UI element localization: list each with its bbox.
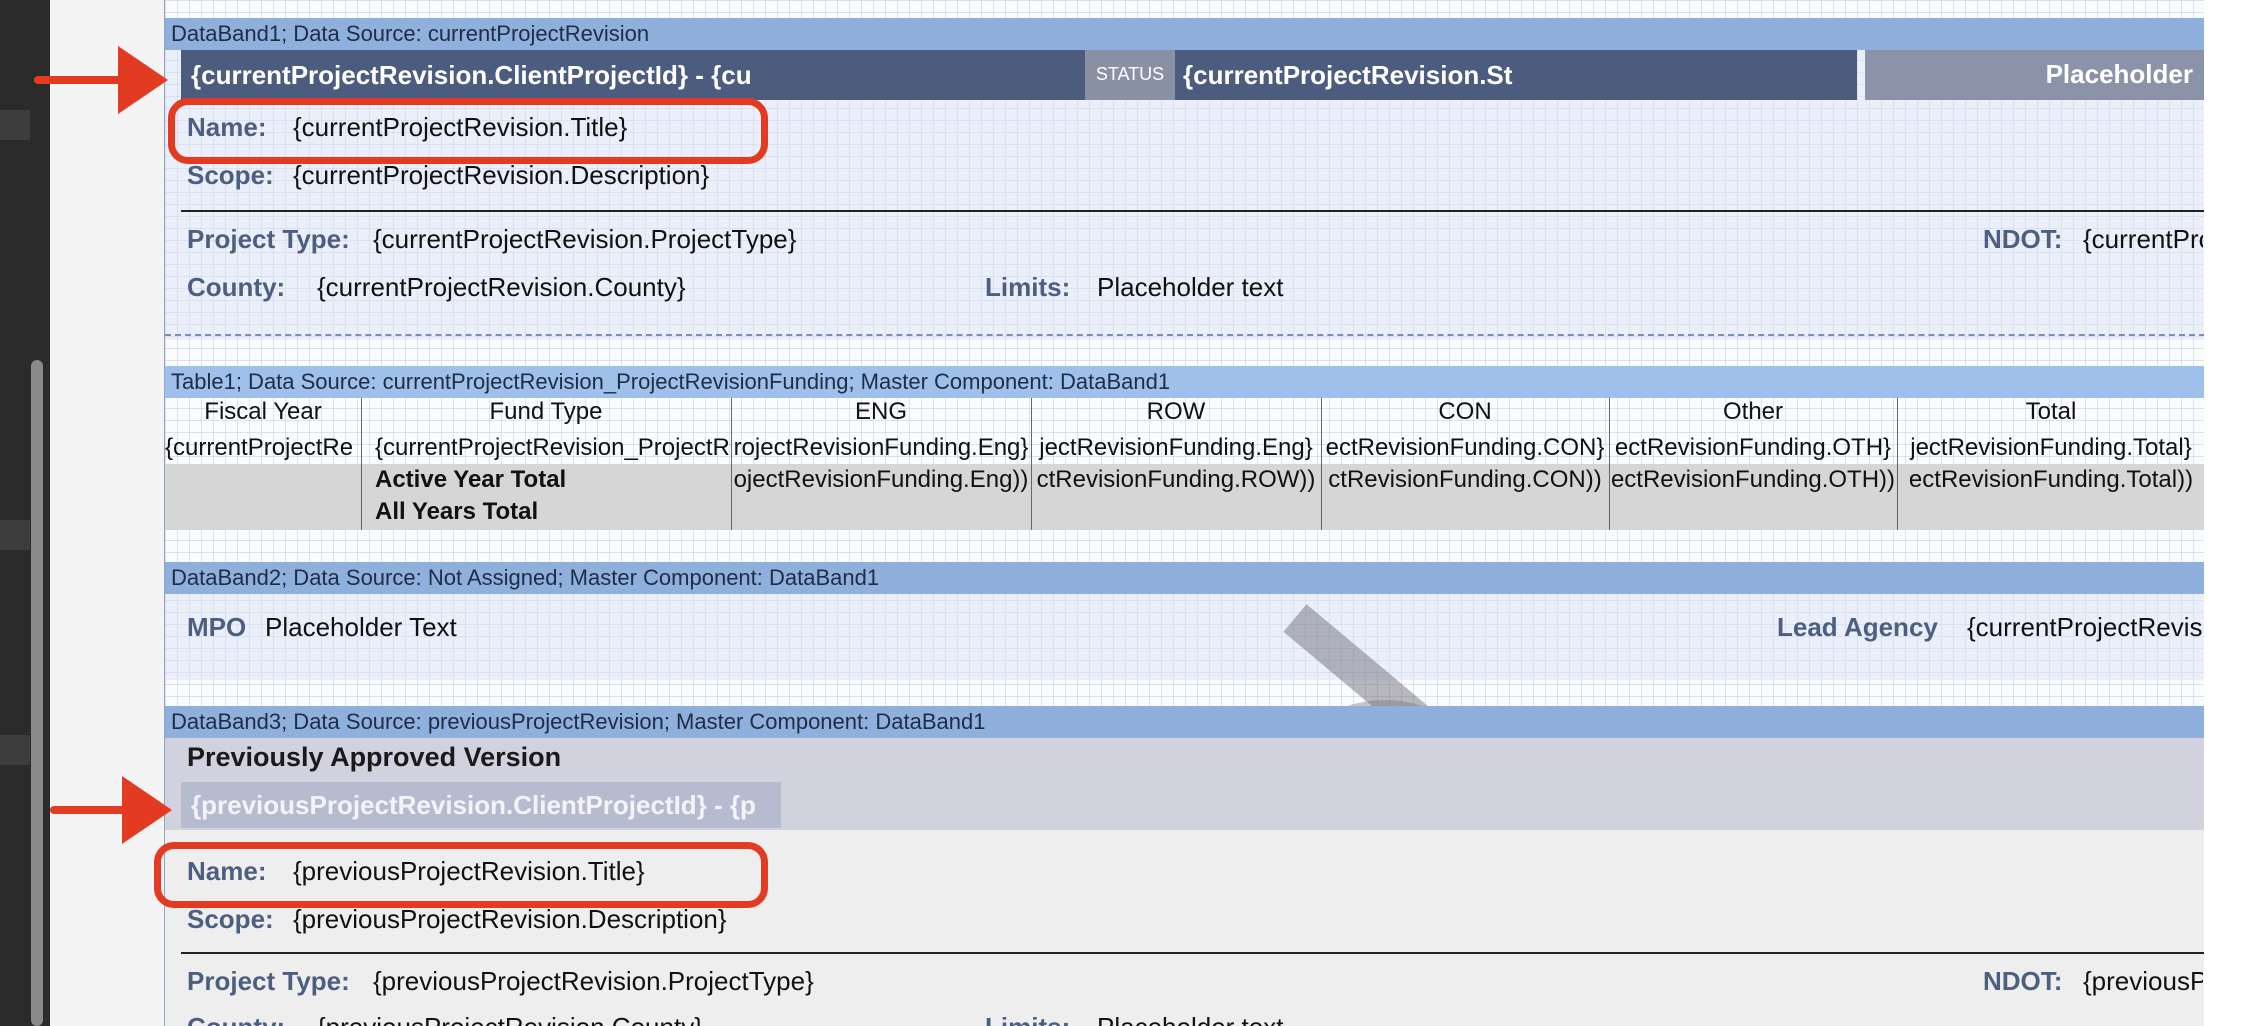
current-county-value[interactable]: {currentProjectRevision.County} [317,272,757,303]
previous-limits-label: Limits: [985,1012,1070,1026]
table-cell[interactable]: jectRevisionFunding.Eng} [1031,434,1321,462]
table-header-con: CON [1438,398,1492,425]
current-scope-label: Scope: [187,160,274,190]
lead-agency-value[interactable]: {currentProjectRevisi [1967,612,2203,643]
current-ndot-value[interactable]: {currentPro [2083,224,2203,255]
current-limits-label: Limits: [985,272,1071,302]
previous-county-value[interactable]: {previousProjectRevision.County} [317,1012,757,1026]
designer-gutter [50,0,164,1026]
databand3-header[interactable]: DataBand3; Data Source: previousProjectR… [165,706,2205,738]
table-header-row: ROW [1146,398,1206,425]
current-client-project-id-field[interactable]: {currentProjectRevision.ClientProjectId}… [181,50,781,100]
table-header-fiscal-year: Fiscal Year [204,398,322,425]
table-header-total: Total [2025,398,2077,425]
page-right-margin [2204,0,2256,1026]
databand1-header[interactable]: DataBand1; Data Source: currentProjectRe… [165,18,2205,50]
current-project-type-value[interactable]: {currentProjectRevision.ProjectType} [373,224,833,255]
previous-client-project-id-field[interactable]: {previousProjectRevision.ClientProjectId… [181,782,781,828]
column-divider [361,398,362,530]
previous-ndot-label: NDOT: [1983,966,2063,996]
table-cell[interactable]: {currentProjectRe [165,434,361,462]
name-field-highlight [168,98,768,164]
column-divider [1897,398,1898,530]
table-cell[interactable]: ectRevisionFunding.CON} [1321,434,1609,462]
previous-scope-value[interactable]: {previousProjectRevision.Description} [293,904,773,935]
current-county-label: County: [187,272,286,302]
previous-name-field-highlight [154,842,768,908]
current-limits-value[interactable]: Placeholder text [1097,272,1537,303]
table1-header[interactable]: Table1; Data Source: currentProjectRevis… [165,366,2205,398]
previous-county-label: County: [187,1012,285,1026]
current-title-bar-fill-2 [1527,50,1857,100]
band-separator [165,334,2205,336]
table-cell[interactable]: ectRevisionFunding.OTH)) [1609,466,1897,494]
current-status-field[interactable]: {currentProjectRevision.St [1177,50,1527,100]
toolbar-item[interactable] [0,520,30,550]
previous-limits-value[interactable]: Placeholder text [1097,1012,1537,1026]
table-cell[interactable]: ctRevisionFunding.ROW)) [1031,466,1321,494]
previous-project-type-label: Project Type: [187,966,350,996]
databand2-header[interactable]: DataBand2; Data Source: Not Assigned; Ma… [165,562,2205,594]
table-header-fund-type: Fund Type [489,398,603,425]
section-divider [181,952,2205,954]
annotation-arrow-icon [122,776,172,844]
table-cell[interactable]: ojectRevisionFunding.Eng)) [731,466,1031,494]
section-divider [181,210,2205,212]
table-cell[interactable]: rojectRevisionFunding.Eng} [731,434,1031,462]
current-ndot-label: NDOT: [1983,224,2063,254]
placeholder-field[interactable]: Placeholder [1865,50,2205,100]
vertical-scroll-thumb[interactable] [31,360,43,1026]
annotation-arrow-icon [118,46,168,114]
mpo-value[interactable]: Placeholder Text [265,612,515,643]
toolbar-item[interactable] [0,110,30,140]
previous-scope-label: Scope: [187,904,274,934]
column-divider [1321,398,1322,530]
active-year-total-label[interactable]: Active Year Total [375,466,731,494]
column-divider [1609,398,1610,530]
table-cell[interactable]: ctRevisionFunding.CON)) [1321,466,1609,494]
table-cell[interactable]: ectRevisionFunding.Total)) [1897,466,2205,494]
current-project-type-label: Project Type: [187,224,350,254]
previous-ndot-value[interactable]: {previousP [2083,966,2203,997]
table-header-other: Other [1722,398,1784,425]
toolbar-item[interactable] [0,735,30,765]
table-cell[interactable]: jectRevisionFunding.Total} [1897,434,2205,462]
mpo-label: MPO [187,612,247,642]
table-header-eng: ENG [854,398,907,425]
table-cell[interactable]: ectRevisionFunding.OTH} [1609,434,1897,462]
current-scope-value[interactable]: {currentProjectRevision.Description} [293,160,763,191]
lead-agency-label: Lead Agency [1777,612,1938,642]
previous-project-type-value[interactable]: {previousProjectRevision.ProjectType} [373,966,843,997]
all-years-total-label[interactable]: All Years Total [375,498,731,526]
status-chip[interactable]: STATUS [1085,50,1175,100]
column-divider [1031,398,1032,530]
column-divider [731,398,732,530]
table-cell[interactable]: {currentProjectRevision_ProjectR [375,434,731,462]
previous-section-title: Previously Approved Version [187,742,562,772]
